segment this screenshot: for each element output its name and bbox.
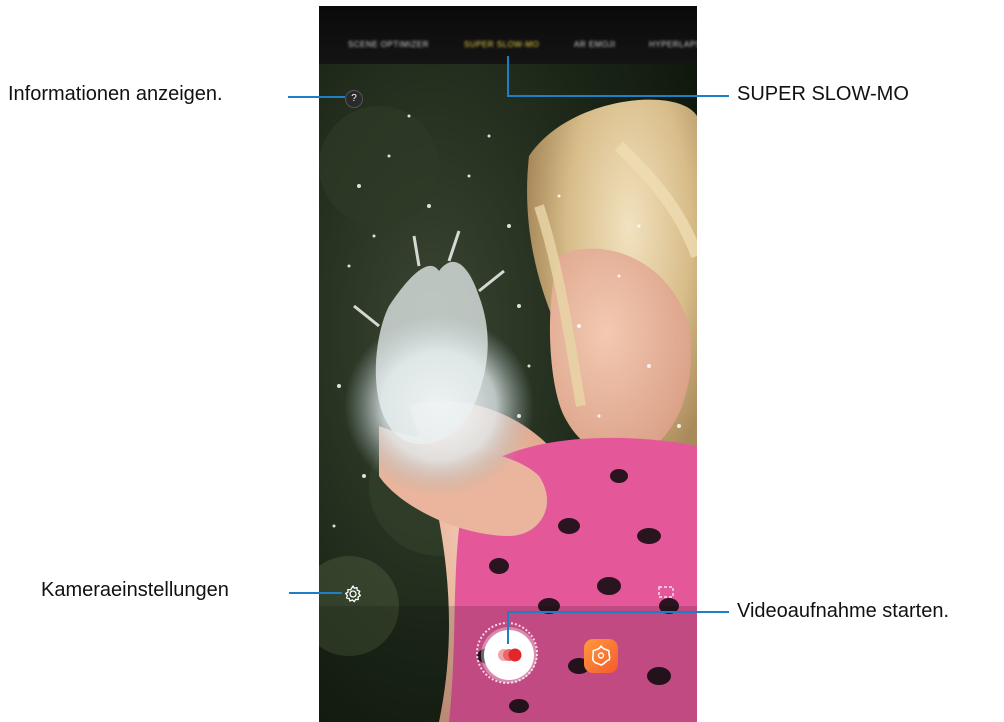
record-button[interactable] [484,630,534,680]
mode-scene-optimizer[interactable]: SCENE OPTIMIZER [348,40,429,49]
mode-hyperlapse[interactable]: HYPERLAPSE [649,40,697,49]
bixby-vision-icon[interactable] [584,639,618,673]
leader-line-record-horizontal [507,611,729,613]
callout-record-label: Videoaufnahme starten. [737,600,950,622]
mode-super-slow-mo[interactable]: SUPER SLOW-MO [464,40,539,49]
callout-settings-label: Kameraeinstellungen [41,579,229,601]
leader-line-settings [289,592,342,594]
callout-info-label: Informationen anzeigen. [8,83,223,105]
leader-line-super-slow-mo-horizontal [507,95,729,97]
gear-icon[interactable] [343,584,363,604]
leader-line-super-slow-mo-vertical [507,56,509,97]
mode-ar-emoji[interactable]: AR EMOJI [574,40,616,49]
manual-figure: SCENE OPTIMIZER SUPER SLOW-MO AR EMOJI H… [0,0,1004,722]
aspect-ratio-icon[interactable] [657,584,675,600]
callout-super-slow-mo-label: SUPER SLOW-MO [737,83,909,105]
super-slow-mo-record-icon [498,648,522,662]
leader-line-info [288,96,345,98]
question-icon[interactable]: ? [345,90,363,108]
leader-line-record-vertical [507,612,509,644]
